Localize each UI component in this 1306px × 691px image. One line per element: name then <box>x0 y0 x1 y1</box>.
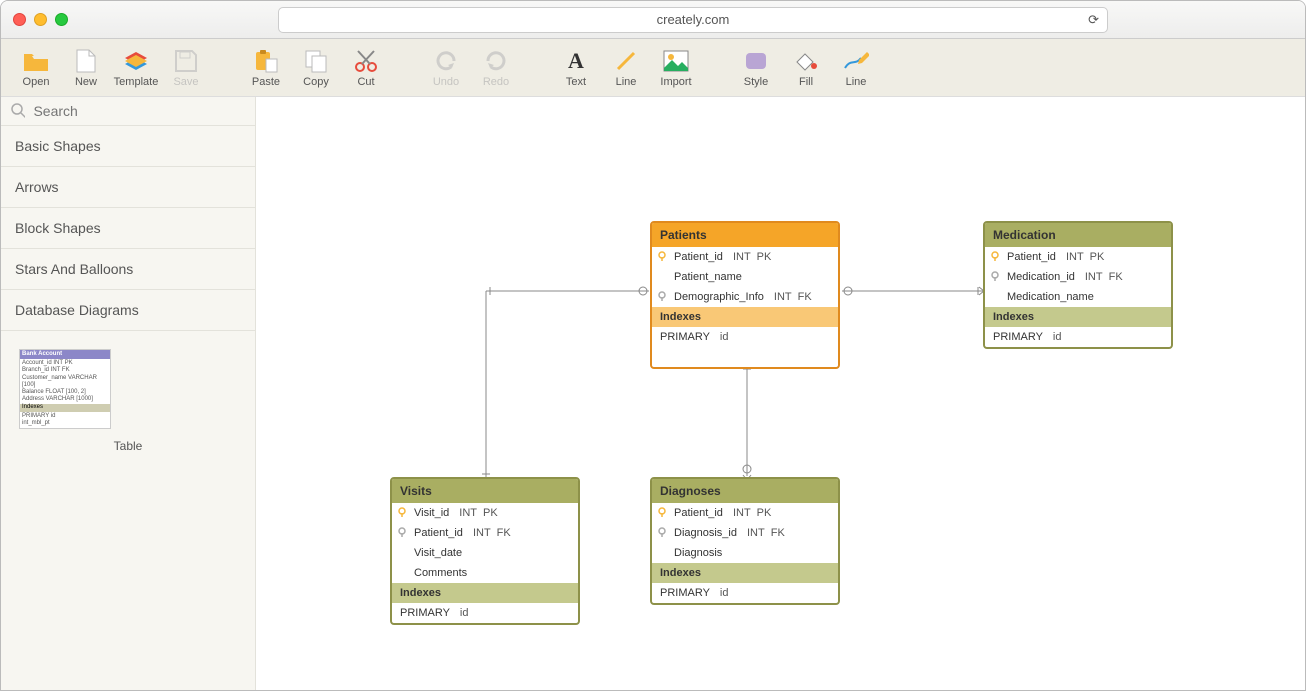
canvas[interactable]: Patients Patient_idINTPK Patient_name De… <box>256 97 1305 690</box>
save-icon <box>173 48 199 74</box>
fill-icon <box>793 48 819 74</box>
category-block-shapes[interactable]: Block Shapes <box>1 208 255 249</box>
save-button: Save <box>161 39 211 97</box>
table-row: Patient_name <box>652 267 838 287</box>
import-icon <box>663 48 689 74</box>
table-medication[interactable]: Medication Patient_idINTPK Medication_id… <box>983 221 1173 349</box>
category-database-diagrams[interactable]: Database Diagrams <box>1 290 255 331</box>
redo-button: Redo <box>471 39 521 97</box>
template-button[interactable]: Template <box>111 39 161 97</box>
redo-icon <box>483 48 509 74</box>
text-button[interactable]: A Text <box>551 39 601 97</box>
search-input[interactable] <box>33 103 245 119</box>
table-header: Medication <box>985 223 1171 247</box>
category-arrows[interactable]: Arrows <box>1 167 255 208</box>
key-fk-icon <box>657 527 667 537</box>
table-row: Patient_idINTFK <box>392 523 578 543</box>
minimize-window-button[interactable] <box>34 13 47 26</box>
table-shape-thumb[interactable]: Bank Account Account_id INT PK Branch_id… <box>19 349 111 429</box>
key-pk-icon <box>990 251 1000 261</box>
table-row: Patient_idINTPK <box>985 247 1171 267</box>
new-button[interactable]: New <box>61 39 111 97</box>
table-row: Diagnosis_idINTFK <box>652 523 838 543</box>
undo-icon <box>433 48 459 74</box>
table-header: Patients <box>652 223 838 247</box>
window-controls <box>13 13 68 26</box>
table-row: Patient_idINTPK <box>652 247 838 267</box>
maximize-window-button[interactable] <box>55 13 68 26</box>
copy-icon <box>303 48 329 74</box>
fill-button[interactable]: Fill <box>781 39 831 97</box>
sidebar: Basic Shapes Arrows Block Shapes Stars A… <box>1 97 256 690</box>
shape-palette: Bank Account Account_id INT PK Branch_id… <box>1 331 255 471</box>
search-icon <box>11 103 25 119</box>
style-button[interactable]: Style <box>731 39 781 97</box>
table-visits[interactable]: Visits Visit_idINTPK Patient_idINTFK Vis… <box>390 477 580 625</box>
key-fk-icon <box>990 271 1000 281</box>
table-header: Visits <box>392 479 578 503</box>
table-row: Demographic_InfoINTFK <box>652 287 838 307</box>
indexes-header: Indexes <box>652 307 838 327</box>
table-row: Medication_idINTFK <box>985 267 1171 287</box>
style-icon <box>743 48 769 74</box>
table-row: Visit_date <box>392 543 578 563</box>
line-style-button[interactable]: Line <box>831 39 881 97</box>
table-row: Patient_idINTPK <box>652 503 838 523</box>
table-patients[interactable]: Patients Patient_idINTPK Patient_name De… <box>650 221 840 369</box>
table-row: Diagnosis <box>652 543 838 563</box>
table-row: PRIMARYid <box>392 603 578 623</box>
key-pk-icon <box>657 507 667 517</box>
thumb-label: Table <box>19 439 237 453</box>
category-stars-balloons[interactable]: Stars And Balloons <box>1 249 255 290</box>
text-icon: A <box>563 48 589 74</box>
category-basic-shapes[interactable]: Basic Shapes <box>1 126 255 167</box>
table-header: Diagnoses <box>652 479 838 503</box>
line-icon <box>613 48 639 74</box>
refresh-icon[interactable]: ⟳ <box>1088 12 1099 28</box>
copy-button[interactable]: Copy <box>291 39 341 97</box>
table-row: Comments <box>392 563 578 583</box>
titlebar: creately.com ⟳ <box>1 1 1305 39</box>
indexes-header: Indexes <box>392 583 578 603</box>
url-text: creately.com <box>657 12 730 27</box>
close-window-button[interactable] <box>13 13 26 26</box>
indexes-header: Indexes <box>985 307 1171 327</box>
pencil-line-icon <box>843 48 869 74</box>
toolbar: Open New Template Save Paste Copy Cut <box>1 39 1305 97</box>
template-icon <box>123 48 149 74</box>
table-diagnoses[interactable]: Diagnoses Patient_idINTPK Diagnosis_idIN… <box>650 477 840 605</box>
table-row: Medication_name <box>985 287 1171 307</box>
open-button[interactable]: Open <box>11 39 61 97</box>
cut-button[interactable]: Cut <box>341 39 391 97</box>
import-button[interactable]: Import <box>651 39 701 97</box>
undo-button: Undo <box>421 39 471 97</box>
app-window: creately.com ⟳ Open New Template Save Pa… <box>0 0 1306 691</box>
table-row: Visit_idINTPK <box>392 503 578 523</box>
file-icon <box>73 48 99 74</box>
key-pk-icon <box>657 251 667 261</box>
folder-icon <box>23 48 49 74</box>
search-bar <box>1 97 255 126</box>
paste-icon <box>253 48 279 74</box>
url-bar[interactable]: creately.com ⟳ <box>278 7 1108 33</box>
key-pk-icon <box>397 507 407 517</box>
cut-icon <box>353 48 379 74</box>
key-fk-icon <box>397 527 407 537</box>
indexes-header: Indexes <box>652 563 838 583</box>
key-fk-icon <box>657 291 667 301</box>
table-row: PRIMARYid <box>985 327 1171 347</box>
table-row: PRIMARYid <box>652 327 838 367</box>
paste-button[interactable]: Paste <box>241 39 291 97</box>
table-row: PRIMARYid <box>652 583 838 603</box>
line-button[interactable]: Line <box>601 39 651 97</box>
